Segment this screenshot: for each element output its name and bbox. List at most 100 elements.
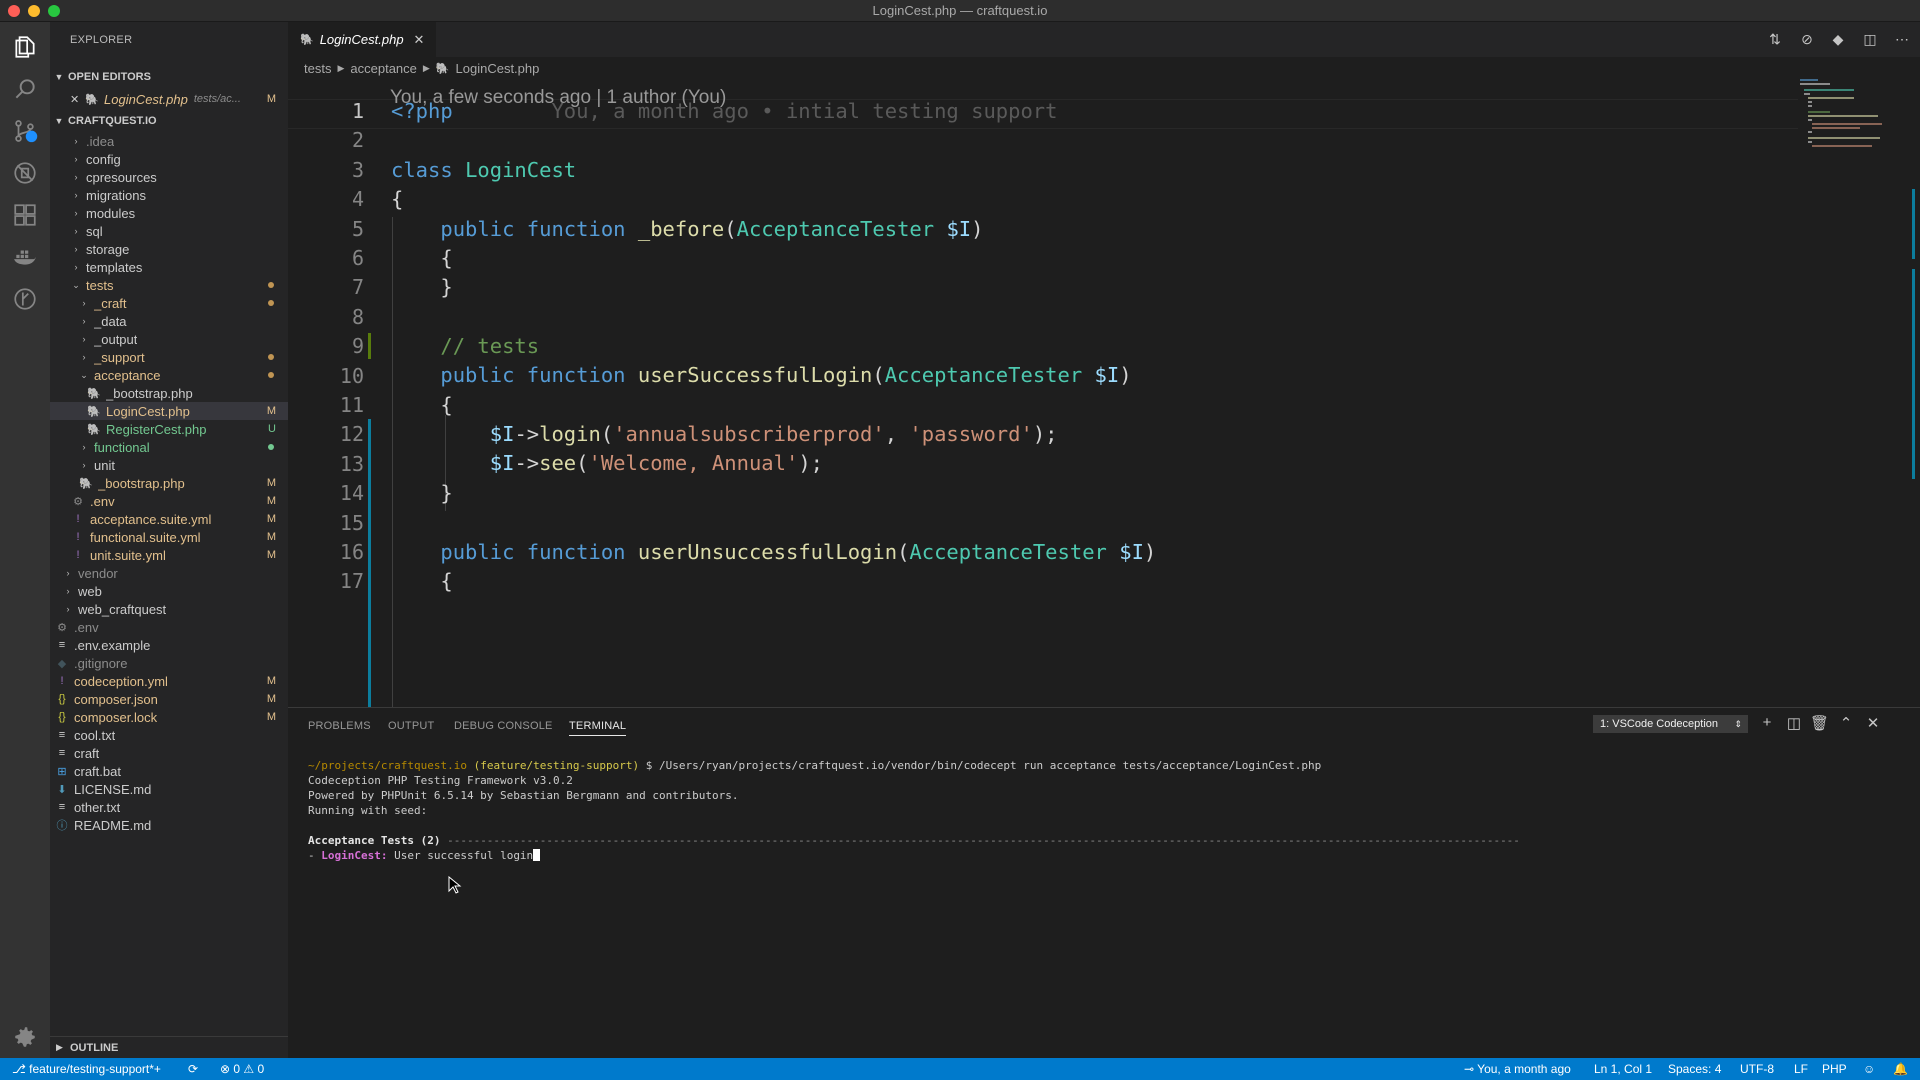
open-editor-item[interactable]: ✕ 🐘 LoginCest.php tests/ac... M [50, 88, 288, 110]
line-ending[interactable]: LF [1794, 1062, 1808, 1076]
tree-file[interactable]: ◆ .gitignore [50, 654, 288, 672]
tree-folder[interactable]: › _craft [50, 294, 288, 312]
file-type-icon: ⚙ [73, 495, 83, 508]
minimap-line [1808, 97, 1854, 99]
tree-folder[interactable]: › _output [50, 330, 288, 348]
tree-folder[interactable]: › functional [50, 438, 288, 456]
trash-icon[interactable]: 🗑 [1810, 714, 1829, 732]
breadcrumb-item[interactable]: acceptance [350, 61, 417, 76]
split-terminal-icon[interactable]: ◫ [1785, 714, 1803, 732]
explorer-icon[interactable] [10, 32, 40, 62]
debug-icon[interactable] [10, 158, 40, 188]
outline-header[interactable]: ▶ OUTLINE [50, 1036, 288, 1058]
close-panel-icon[interactable]: ✕ [1864, 714, 1882, 732]
tree-folder[interactable]: › _data [50, 312, 288, 330]
tree-file[interactable]: ! codeception.yml M [50, 672, 288, 690]
close-icon[interactable]: ✕ [70, 93, 84, 106]
terminal-select[interactable]: 1: VSCode Codeception ⇕ [1593, 715, 1748, 733]
code-editor[interactable]: You, a few seconds ago | 1 author (You) … [288, 79, 1920, 707]
branch-indicator[interactable]: ⎇ feature/testing-support*+ [12, 1062, 161, 1076]
project-header[interactable]: ▼ CRAFTQUEST.IO [50, 110, 288, 132]
tree-folder[interactable]: › web_craftquest [50, 600, 288, 618]
tree-file[interactable]: 🐘 RegisterCest.php U [50, 420, 288, 438]
minimap[interactable] [1794, 79, 1898, 149]
tab-debug-console[interactable]: DEBUG CONSOLE [454, 720, 553, 732]
tree-folder[interactable]: › config [50, 150, 288, 168]
tab-output[interactable]: OUTPUT [388, 720, 434, 732]
sync-icon[interactable]: ⟳ [188, 1062, 198, 1076]
tree-folder[interactable]: › storage [50, 240, 288, 258]
tree-folder[interactable]: › sql [50, 222, 288, 240]
tree-folder[interactable]: ⌄ acceptance [50, 366, 288, 384]
tree-file[interactable]: 🐘 LoginCest.php M [50, 402, 288, 420]
tree-file[interactable]: ⚙ .env [50, 618, 288, 636]
new-terminal-icon[interactable]: + [1758, 714, 1776, 732]
language-mode[interactable]: PHP [1822, 1062, 1847, 1076]
extensions-icon[interactable] [10, 200, 40, 230]
feedback-icon[interactable]: ☺ [1863, 1062, 1875, 1076]
tree-file[interactable]: {} composer.lock M [50, 708, 288, 726]
tree-file[interactable]: ≡ other.txt [50, 798, 288, 816]
tree-file[interactable]: ≡ cool.txt [50, 726, 288, 744]
tree-file[interactable]: 🐘 _bootstrap.php M [50, 474, 288, 492]
problems-indicator[interactable]: ⊗ 0 ⚠ 0 [220, 1062, 264, 1076]
tree-folder[interactable]: › modules [50, 204, 288, 222]
breadcrumb-item[interactable]: LoginCest.php [456, 61, 540, 76]
tree-file[interactable]: {} composer.json M [50, 690, 288, 708]
encoding[interactable]: UTF-8 [1740, 1062, 1774, 1076]
tree-folder[interactable]: › web [50, 582, 288, 600]
file-type-icon: 🐘 [87, 387, 101, 400]
tree-folder[interactable]: › .idea [50, 132, 288, 150]
git-history-icon[interactable] [10, 284, 40, 314]
search-icon[interactable] [10, 74, 40, 104]
tab-logincest[interactable]: 🐘 LoginCest.php ✕ [288, 22, 436, 57]
bell-icon[interactable]: 🔔 [1893, 1062, 1908, 1076]
tree-folder[interactable]: › migrations [50, 186, 288, 204]
tree-folder[interactable]: ⌄ tests [50, 276, 288, 294]
tree-folder[interactable]: › unit [50, 456, 288, 474]
chevron-down-icon: ⌄ [72, 279, 80, 290]
open-editors-header[interactable]: ▼ OPEN EDITORS [50, 66, 288, 88]
tree-folder[interactable]: › cpresources [50, 168, 288, 186]
indentation[interactable]: Spaces: 4 [1668, 1062, 1721, 1076]
tree-file[interactable]: 🐘 _bootstrap.php [50, 384, 288, 402]
tree-file[interactable]: ⚙ .env M [50, 492, 288, 510]
outline-label: OUTLINE [70, 1042, 119, 1054]
compare-changes-icon[interactable]: ⇅ [1766, 31, 1784, 49]
minimap-line [1808, 119, 1812, 121]
git-change-dot [268, 354, 274, 360]
gear-icon[interactable] [10, 1022, 40, 1052]
close-icon[interactable]: ✕ [414, 32, 425, 48]
toggle-blame-icon[interactable]: ⊘ [1798, 31, 1816, 49]
tree-item-label: tests [86, 277, 114, 293]
php-open-tag: <?php [391, 99, 453, 123]
tree-file[interactable]: ⓘ README.md [50, 816, 288, 834]
tree-file[interactable]: ⊞ craft.bat [50, 762, 288, 780]
tree-file[interactable]: ! functional.suite.yml M [50, 528, 288, 546]
tree-file[interactable]: ≡ .env.example [50, 636, 288, 654]
line-number: 2 [351, 128, 364, 153]
cursor-position[interactable]: Ln 1, Col 1 [1594, 1062, 1652, 1076]
code-line-11: { [440, 393, 453, 417]
breadcrumb-item[interactable]: tests [304, 61, 331, 76]
tree-file[interactable]: ⬇ LICENSE.md [50, 780, 288, 798]
tab-terminal[interactable]: TERMINAL [569, 720, 627, 736]
tree-folder[interactable]: › templates [50, 258, 288, 276]
editor-scrollbar[interactable] [1906, 79, 1920, 707]
maximize-panel-icon[interactable]: ⌃ [1837, 714, 1855, 732]
minimap-line [1812, 127, 1860, 129]
git-commit-icon[interactable]: ◆ [1829, 31, 1847, 49]
docker-icon[interactable] [10, 242, 40, 272]
split-editor-icon[interactable]: ◫ [1861, 31, 1879, 49]
tab-problems[interactable]: PROBLEMS [308, 720, 371, 732]
tree-folder[interactable]: › vendor [50, 564, 288, 582]
tree-file[interactable]: ≡ craft [50, 744, 288, 762]
tree-file[interactable]: ! acceptance.suite.yml M [50, 510, 288, 528]
more-actions-icon[interactable]: ⋯ [1893, 31, 1911, 49]
tree-folder[interactable]: › _support [50, 348, 288, 366]
minimap-line [1808, 141, 1812, 143]
git-blame-status[interactable]: ⊸ You, a month ago [1464, 1062, 1571, 1076]
chevron-updown-icon: ⇕ [1734, 719, 1742, 729]
source-control-icon[interactable] [10, 116, 40, 146]
tree-file[interactable]: ! unit.suite.yml M [50, 546, 288, 564]
